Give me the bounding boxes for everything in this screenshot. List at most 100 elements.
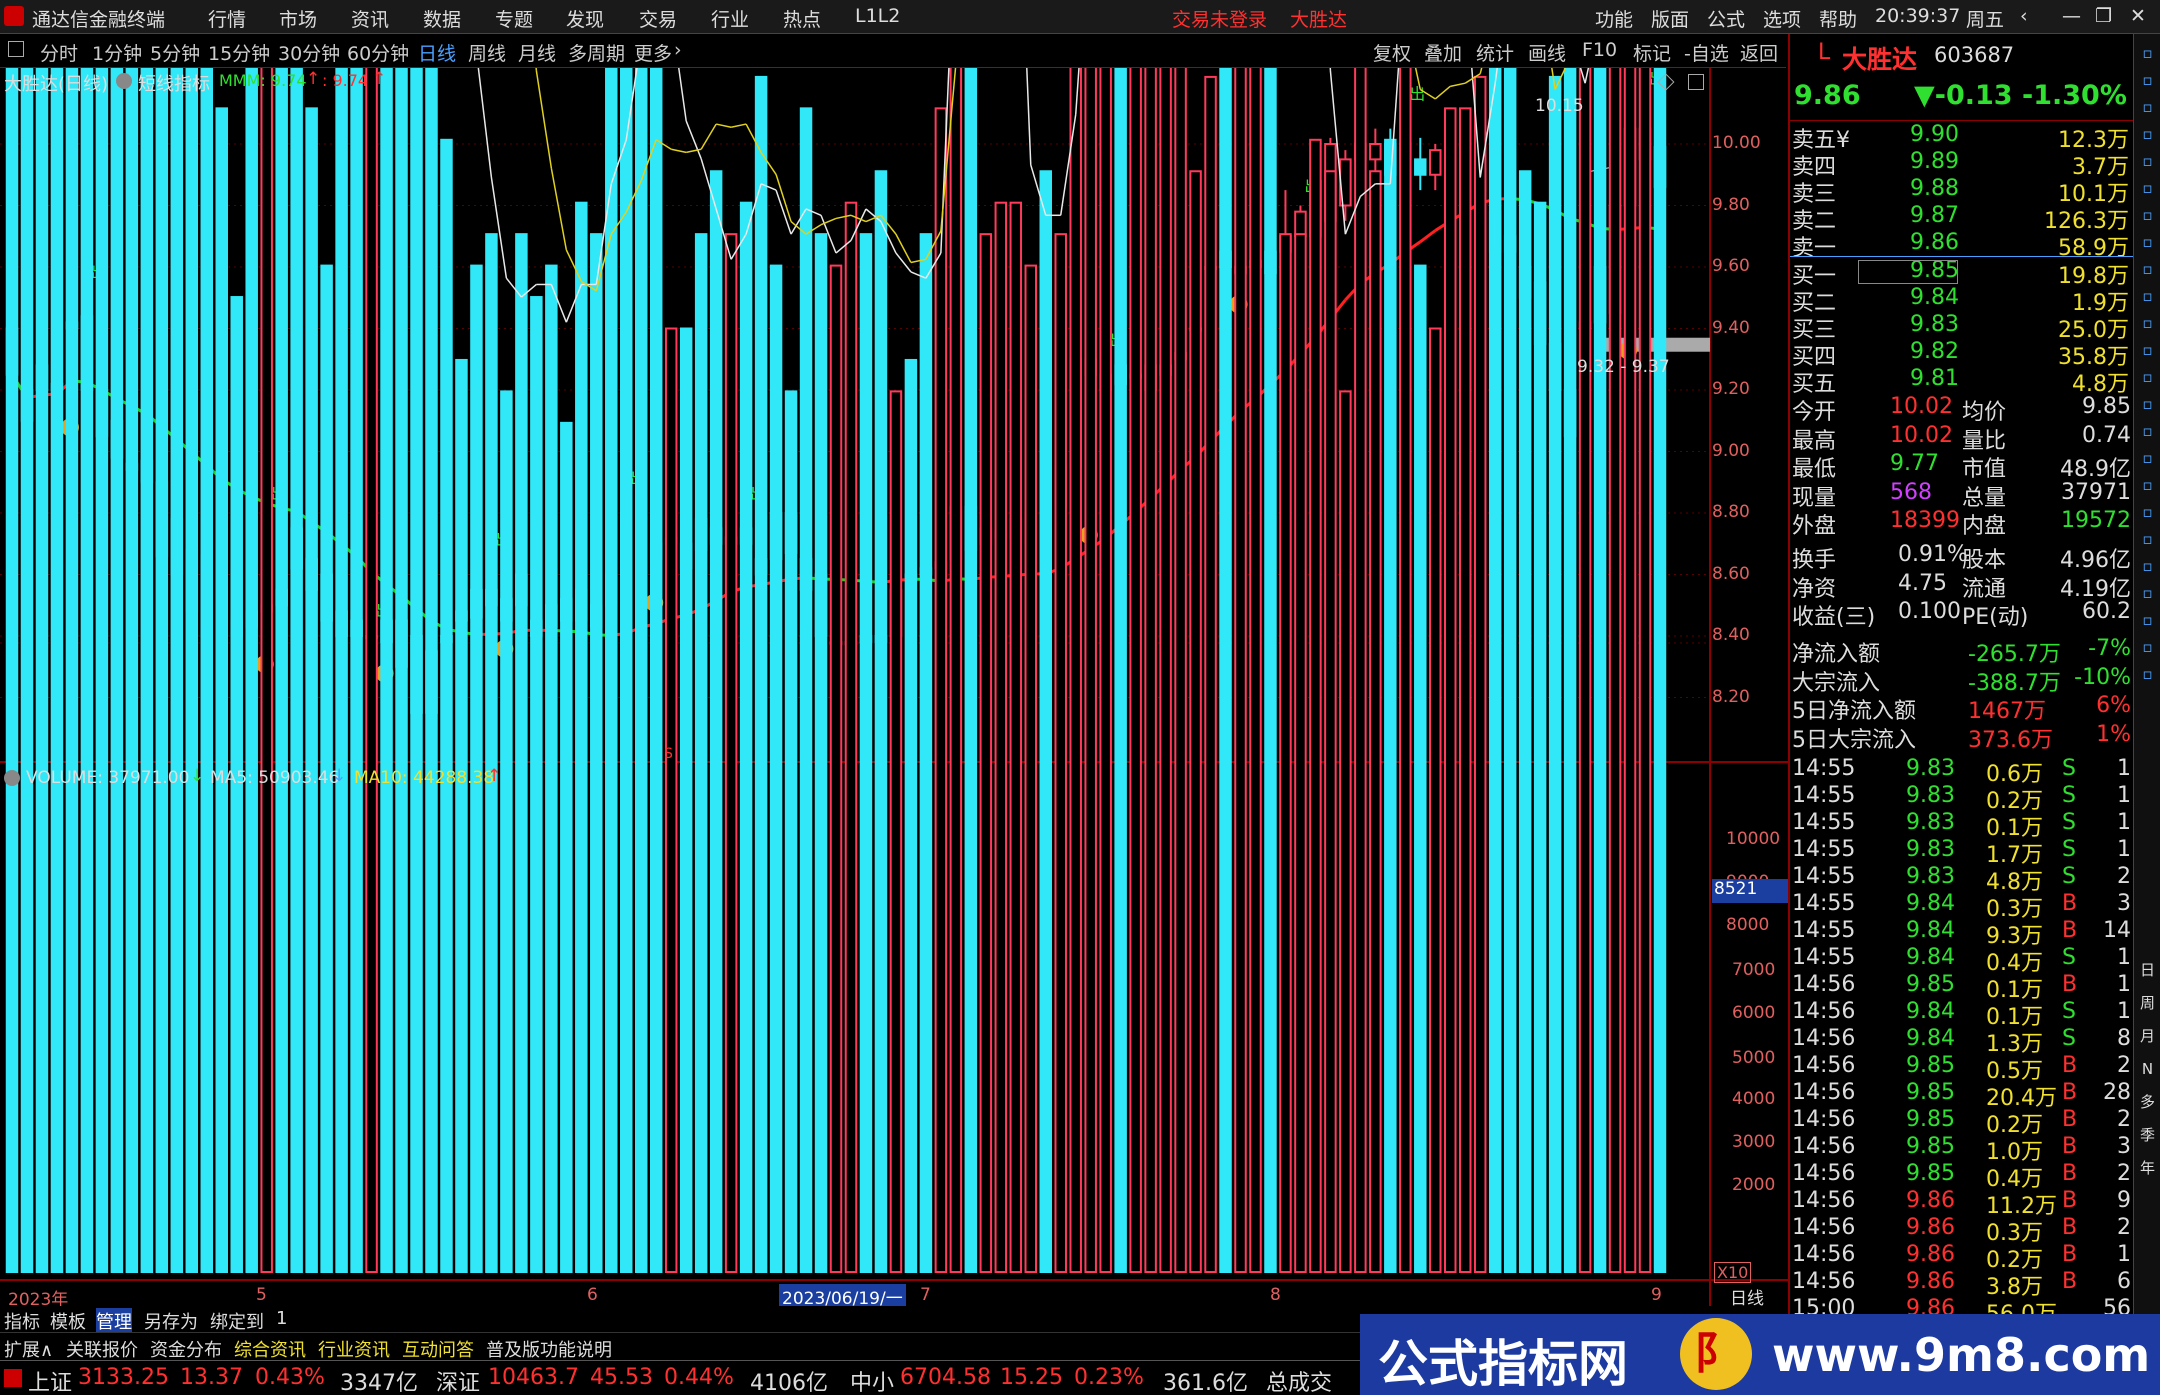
- side-tool-icon[interactable]: ▫: [2136, 582, 2159, 605]
- side-tool-icon[interactable]: ▫: [2136, 474, 2159, 497]
- stat-row[interactable]: 收益(三) 0.100 PE(动) 60.2: [1790, 599, 2135, 630]
- volume-bar[interactable]: [679, 327, 693, 1273]
- volume-bar[interactable]: [1204, 75, 1217, 1273]
- tool-zixuan[interactable]: -自选: [1684, 39, 1729, 66]
- tab-kuozhan[interactable]: 扩展∧: [4, 1336, 53, 1362]
- volume-bar[interactable]: [365, 68, 378, 1273]
- tab-15min[interactable]: 15分钟: [208, 39, 270, 66]
- tab-lingcunwei[interactable]: 另存为: [144, 1308, 198, 1334]
- flow-row[interactable]: 5日大宗流入 373.6万 1%: [1790, 722, 2135, 753]
- side-tool-icon[interactable]: ▫: [2136, 447, 2159, 470]
- volume-bar[interactable]: [1473, 75, 1487, 1273]
- tab-daily[interactable]: 日线: [418, 39, 456, 66]
- volume-bar[interactable]: [5, 68, 19, 1273]
- restore-icon[interactable]: ❐: [2095, 5, 2112, 27]
- volume-bar[interactable]: [200, 68, 214, 1273]
- volume-bar[interactable]: [739, 201, 753, 1274]
- tick-row[interactable]: 14:56 9.85 0.1万 B 1: [1790, 972, 2135, 1003]
- volume-bar[interactable]: [20, 68, 34, 1274]
- period-shortcut[interactable]: 日: [2136, 959, 2159, 982]
- period-shortcut[interactable]: N: [2136, 1058, 2159, 1081]
- bid-row[interactable]: 买二 9.84 1.9万: [1790, 285, 2135, 316]
- volume-bar[interactable]: [95, 68, 109, 1274]
- volume-bar[interactable]: [1279, 233, 1292, 1273]
- menu-hangqing[interactable]: 行情: [208, 5, 246, 32]
- volume-bar[interactable]: [724, 233, 738, 1273]
- period-shortcut[interactable]: 周: [2136, 992, 2159, 1015]
- tick-row[interactable]: 14:56 9.86 0.3万 B 2: [1790, 1215, 2135, 1246]
- volume-bar[interactable]: [275, 68, 288, 1273]
- ask-row[interactable]: 卖一 9.86 58.9万: [1790, 230, 2135, 261]
- volume-bar[interactable]: [80, 68, 94, 1273]
- stat-row[interactable]: 最低 9.77 市值 48.9亿: [1790, 451, 2135, 482]
- tab-muban[interactable]: 模板: [50, 1308, 86, 1334]
- bid-row[interactable]: 买四 9.82 35.8万: [1790, 339, 2135, 370]
- menu-banmian[interactable]: 版面: [1651, 5, 1689, 32]
- tab-1min[interactable]: 1分钟: [92, 39, 142, 66]
- side-tool-icon[interactable]: ▫: [2136, 312, 2159, 335]
- volume-bar[interactable]: [919, 233, 933, 1273]
- volume-bar[interactable]: [350, 68, 363, 1274]
- side-tool-icon[interactable]: ▫: [2136, 285, 2159, 308]
- volume-bar[interactable]: [575, 201, 588, 1274]
- tab-puji[interactable]: 普及版功能说明: [486, 1336, 612, 1362]
- menu-jiaoyi[interactable]: 交易: [639, 5, 677, 32]
- tick-row[interactable]: 14:56 9.85 0.2万 B 2: [1790, 1107, 2135, 1138]
- volume-bar[interactable]: [245, 68, 258, 1273]
- panel-toggle-icon[interactable]: [1688, 74, 1704, 90]
- tab-60min[interactable]: 60分钟: [347, 39, 409, 66]
- chevron-right-icon[interactable]: ›: [674, 39, 682, 61]
- tick-row[interactable]: 14:56 9.85 20.4万 B 28: [1790, 1080, 2135, 1111]
- trade-status[interactable]: 交易未登录: [1172, 5, 1267, 32]
- volume-bar[interactable]: [1384, 138, 1397, 1273]
- volume-bar[interactable]: [949, 68, 963, 1273]
- volume-bar[interactable]: [1009, 201, 1023, 1274]
- stat-row[interactable]: 外盘 18399 内盘 19572: [1790, 508, 2135, 539]
- side-tool-icon[interactable]: ▫: [2136, 663, 2159, 686]
- volume-bar[interactable]: [874, 170, 888, 1273]
- volume-bar[interactable]: [290, 68, 303, 1273]
- volume-bar[interactable]: [110, 68, 124, 1273]
- side-tool-icon[interactable]: ▫: [2136, 339, 2159, 362]
- tick-row[interactable]: 14:55 9.83 0.1万 S 1: [1790, 810, 2135, 841]
- side-tool-icon[interactable]: ▫: [2136, 177, 2159, 200]
- index-name[interactable]: 深证: [436, 1365, 480, 1395]
- volume-bar[interactable]: [1144, 68, 1157, 1273]
- tab-zonghe[interactable]: 综合资讯: [234, 1336, 306, 1362]
- tool-diejia[interactable]: 叠加: [1424, 39, 1462, 66]
- site-banner[interactable]: 公式指标网 阝 www.9m8.com: [1360, 1314, 2160, 1395]
- tab-guanli[interactable]: 管理: [96, 1308, 132, 1334]
- indicator-name[interactable]: 短线指标: [138, 70, 210, 96]
- volume-bar[interactable]: [1354, 68, 1367, 1274]
- menu-gongshi[interactable]: 公式: [1707, 5, 1745, 32]
- volume-bar[interactable]: [1653, 68, 1667, 1274]
- menu-l1l2[interactable]: L1L2: [855, 5, 900, 27]
- side-tool-icon[interactable]: ▫: [2136, 420, 2159, 443]
- volume-bar[interactable]: [889, 390, 903, 1273]
- volume-bar[interactable]: [1159, 68, 1172, 1273]
- stat-row[interactable]: 换手 0.91% 股本 4.96亿: [1790, 542, 2135, 573]
- tick-row[interactable]: 14:56 9.85 0.5万 B 2: [1790, 1053, 2135, 1084]
- volume-bar[interactable]: [380, 68, 393, 1273]
- tool-f10[interactable]: F10: [1582, 39, 1617, 61]
- volume-bar[interactable]: [485, 233, 498, 1273]
- stat-row[interactable]: 现量 568 总量 37971: [1790, 480, 2135, 511]
- volume-bar[interactable]: [140, 68, 154, 1274]
- volume-bar[interactable]: [1249, 68, 1262, 1274]
- ask-row[interactable]: 卖二 9.87 126.3万: [1790, 203, 2135, 234]
- side-tool-icon[interactable]: ▫: [2136, 366, 2159, 389]
- menu-faxian[interactable]: 发现: [566, 5, 604, 32]
- volume-bar[interactable]: [305, 107, 318, 1274]
- volume-bar[interactable]: [844, 201, 858, 1274]
- tick-row[interactable]: 14:56 9.86 3.8万 B 6: [1790, 1269, 2135, 1300]
- period-shortcut[interactable]: 年: [2136, 1157, 2159, 1180]
- tool-fuquan[interactable]: 复权: [1373, 39, 1411, 66]
- volume-bar[interactable]: [335, 68, 348, 1273]
- tab-30min[interactable]: 30分钟: [278, 39, 340, 66]
- volume-bar[interactable]: [1533, 201, 1547, 1274]
- volume-bar[interactable]: [1518, 170, 1532, 1273]
- volume-bar[interactable]: [1578, 68, 1592, 1273]
- menu-shuju[interactable]: 数据: [423, 5, 461, 32]
- tick-row[interactable]: 14:55 9.83 0.2万 S 1: [1790, 783, 2135, 814]
- stat-row[interactable]: 今开 10.02 均价 9.85: [1790, 394, 2135, 425]
